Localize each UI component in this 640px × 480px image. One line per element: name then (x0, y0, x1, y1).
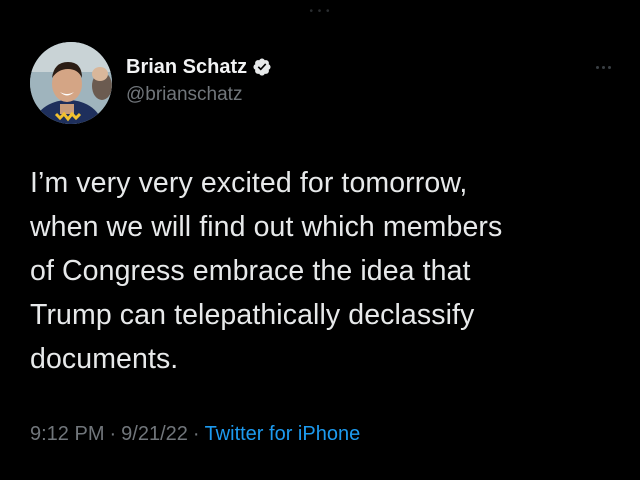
author-display-name[interactable]: Brian Schatz (126, 54, 247, 80)
more-dot (607, 65, 611, 69)
tweet-header: Brian Schatz @brianschatz (30, 42, 272, 124)
meta-separator: · (192, 423, 200, 445)
more-dot (595, 65, 599, 69)
tweet-source-link[interactable]: Twitter for iPhone (205, 423, 361, 445)
meta-separator: · (109, 423, 117, 445)
tweet-text: I’m very very excited for tomorrow, when… (30, 167, 503, 375)
more-dot (601, 65, 605, 69)
tweet: Brian Schatz @brianschatz I’m very very … (0, 0, 640, 480)
author-identity: Brian Schatz @brianschatz (126, 54, 272, 108)
tweet-metadata: 9:12 PM · 9/21/22 · Twitter for iPhone (30, 420, 360, 448)
avatar[interactable] (30, 42, 112, 124)
verified-badge-icon (253, 58, 271, 76)
avatar-photo (30, 42, 112, 124)
more-options-icon[interactable] (590, 60, 616, 74)
tweet-time[interactable]: 9:12 PM (30, 423, 104, 445)
author-handle[interactable]: @brianschatz (126, 82, 272, 108)
tweet-date[interactable]: 9/21/22 (121, 423, 188, 445)
author-name-row: Brian Schatz (126, 54, 272, 80)
